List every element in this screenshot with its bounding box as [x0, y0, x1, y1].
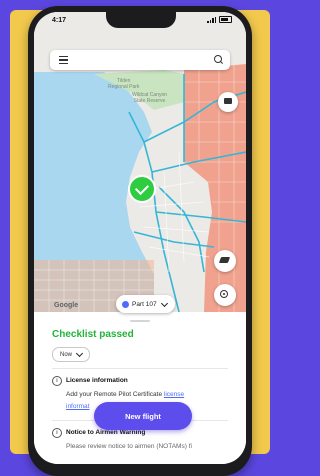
message-icon — [224, 98, 232, 104]
status-time: 4:17 — [52, 17, 67, 24]
search-bar[interactable] — [50, 50, 230, 70]
message-button[interactable] — [218, 92, 238, 112]
map-attribution: Google — [54, 302, 79, 309]
checklist-item-text-line2: informat — [66, 403, 89, 410]
checklist-status-title: Checklist passed — [52, 329, 134, 340]
location-check-pin[interactable] — [128, 175, 156, 203]
signal-icon — [207, 16, 216, 23]
status-bar: 4:17 — [34, 12, 246, 32]
info-icon: i — [52, 376, 62, 386]
checklist-item-title: Notice to Airmen Warning — [66, 429, 146, 436]
part-selector-label: Part 107 — [132, 300, 157, 308]
locate-button[interactable] — [214, 284, 236, 306]
battery-icon — [219, 16, 232, 23]
sheet-handle[interactable] — [130, 320, 150, 322]
status-icons — [207, 16, 232, 23]
checklist-item-text: Add your Remote Pilot Certificate licens… — [66, 391, 185, 398]
locate-icon — [220, 290, 228, 298]
app-screen: Tilden Regional Park Wildcat Canyon State … — [34, 12, 246, 464]
operation-type-icon — [122, 300, 129, 308]
chevron-down-icon — [160, 299, 168, 307]
map-label-reserve: Wildcat Canyon State Reserve — [132, 92, 168, 104]
checklist-item-text: Please review notice to airmen (NOTAMs) … — [66, 443, 192, 450]
time-select[interactable]: Now — [52, 347, 91, 362]
layers-button[interactable] — [214, 250, 236, 272]
search-icon[interactable] — [214, 55, 222, 63]
divider — [52, 368, 228, 369]
new-flight-button[interactable]: New flight — [94, 402, 192, 430]
menu-icon[interactable] — [59, 56, 68, 64]
checklist-item-title: License information — [66, 377, 128, 384]
checklist-sheet[interactable]: Checklist passed Now i License informati… — [34, 316, 246, 464]
chevron-down-icon — [75, 349, 84, 358]
time-select-value: Now — [60, 351, 73, 358]
info-icon: i — [52, 428, 62, 438]
map-label-park: Tilden Regional Park — [108, 78, 140, 90]
license-link-continued[interactable]: informat — [66, 403, 89, 410]
part-selector[interactable]: Part 107 — [116, 295, 175, 313]
layers-icon — [218, 257, 231, 263]
license-link[interactable]: license — [164, 391, 184, 398]
